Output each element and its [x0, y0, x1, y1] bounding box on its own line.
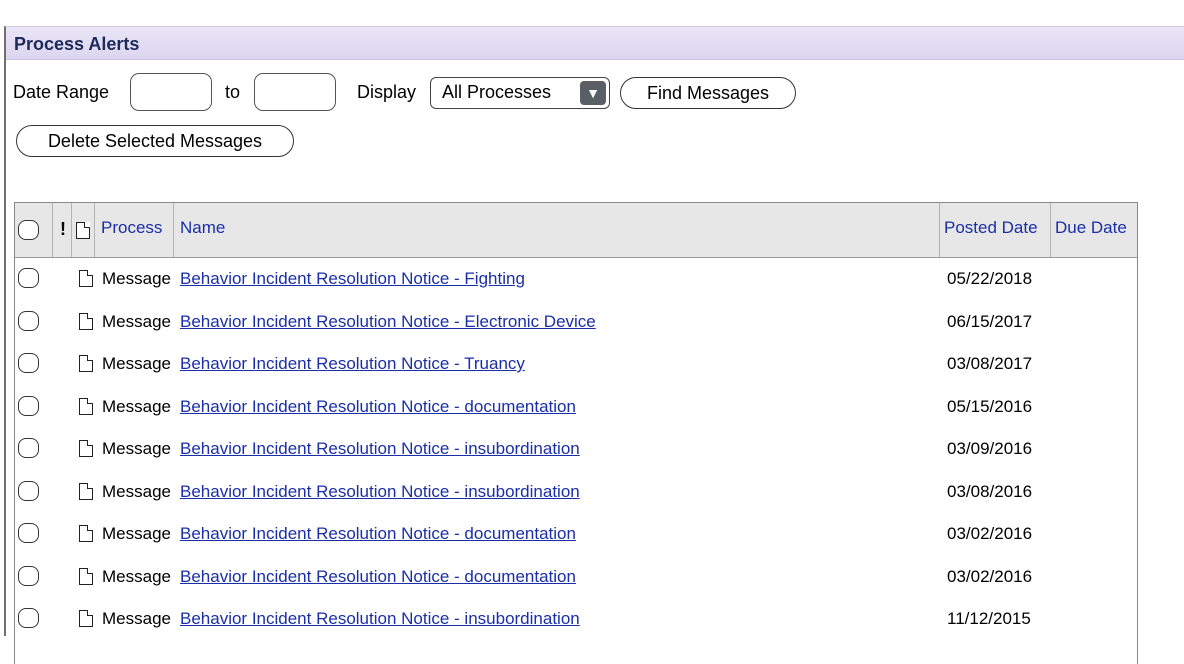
table-row: Message Behavior Incident Resolution Noti…	[15, 598, 1137, 640]
column-header-due-date[interactable]: Due Date	[1055, 218, 1127, 238]
row-name-link[interactable]: Behavior Incident Resolution Notice - El…	[180, 312, 596, 332]
row-name-link[interactable]: Behavior Incident Resolution Notice - do…	[180, 524, 576, 544]
row-posted-date: 03/08/2017	[947, 354, 1033, 373]
row-process: Message	[102, 439, 171, 458]
triangle-down-icon[interactable]: ▼	[580, 81, 606, 105]
row-checkbox[interactable]	[18, 268, 39, 288]
row-posted-date: 03/09/2016	[947, 439, 1033, 458]
row-checkbox[interactable]	[18, 480, 39, 501]
find-messages-button[interactable]: Find Messages	[620, 77, 796, 109]
table-row: Message Behavior Incident Resolution Noti…	[15, 428, 1137, 470]
row-posted-date: 03/08/2016	[947, 481, 1033, 501]
alerts-table: ! Process Name Posted Date Due Date Mess…	[14, 202, 1138, 664]
document-icon	[79, 567, 93, 585]
column-header-name[interactable]: Name	[180, 218, 225, 238]
document-icon	[79, 525, 93, 542]
date-range-label: Date Range	[13, 82, 110, 102]
row-posted-date: 05/15/2016	[947, 396, 1033, 416]
row-name-link[interactable]: Behavior Incident Resolution Notice - Tr…	[180, 354, 525, 374]
document-icon	[76, 222, 90, 239]
document-icon	[79, 482, 93, 500]
row-process: Message	[102, 311, 171, 331]
date-to-input[interactable]	[254, 73, 336, 111]
row-checkbox[interactable]	[18, 310, 39, 331]
table-row: Message Behavior Incident Resolution Noti…	[15, 301, 1137, 343]
row-process: Message	[102, 269, 171, 288]
row-posted-date: 03/02/2016	[947, 524, 1033, 543]
row-checkbox[interactable]	[18, 353, 39, 373]
row-process: Message	[102, 481, 171, 501]
delete-selected-messages-button[interactable]: Delete Selected Messages	[16, 125, 294, 157]
display-selected-value: All Processes	[442, 82, 552, 102]
row-process: Message	[102, 609, 171, 628]
row-checkbox[interactable]	[18, 438, 39, 458]
exclamation-icon: !	[60, 219, 66, 239]
row-checkbox[interactable]	[18, 608, 39, 628]
row-process: Message	[102, 354, 171, 373]
select-all-checkbox[interactable]	[18, 220, 39, 240]
display-select[interactable]: All Processes ▼	[430, 77, 610, 109]
date-from-input[interactable]	[130, 73, 212, 111]
table-row: Message Behavior Incident Resolution Noti…	[15, 343, 1137, 385]
row-name-link[interactable]: Behavior Incident Resolution Notice - Fi…	[180, 269, 525, 289]
table-row: Message Behavior Incident Resolution Noti…	[15, 386, 1137, 428]
row-name-link[interactable]: Behavior Incident Resolution Notice - in…	[180, 439, 580, 459]
row-name-link[interactable]: Behavior Incident Resolution Notice - in…	[180, 482, 580, 502]
document-icon	[79, 397, 93, 415]
row-process: Message	[102, 566, 171, 586]
table-row: Message Behavior Incident Resolution Noti…	[15, 556, 1137, 598]
document-icon	[79, 312, 93, 330]
row-name-link[interactable]: Behavior Incident Resolution Notice - do…	[180, 397, 576, 417]
process-alerts-panel: Process Alerts Date Range to Display All…	[4, 26, 1184, 664]
row-posted-date: 03/02/2016	[947, 566, 1033, 586]
table-header: ! Process Name Posted Date Due Date	[15, 203, 1137, 258]
column-header-process[interactable]: Process	[101, 218, 162, 238]
row-process: Message	[102, 396, 171, 416]
row-name-link[interactable]: Behavior Incident Resolution Notice - in…	[180, 609, 580, 629]
panel-header: Process Alerts	[6, 27, 1184, 60]
row-posted-date: 11/12/2015	[947, 609, 1031, 628]
column-header-posted-date[interactable]: Posted Date	[944, 218, 1038, 238]
row-checkbox[interactable]	[18, 565, 39, 586]
to-label: to	[225, 82, 241, 102]
table-row: Message Behavior Incident Resolution Noti…	[15, 471, 1137, 513]
row-posted-date: 06/15/2017	[947, 311, 1033, 331]
table-row: Message Behavior Incident Resolution Noti…	[15, 258, 1137, 300]
row-name-link[interactable]: Behavior Incident Resolution Notice - do…	[180, 567, 576, 587]
panel-title: Process Alerts	[14, 34, 140, 54]
display-label: Display	[357, 82, 417, 102]
row-checkbox[interactable]	[18, 395, 39, 416]
document-icon	[79, 270, 93, 287]
document-icon	[79, 440, 93, 457]
document-icon	[79, 355, 93, 372]
row-posted-date: 05/22/2018	[947, 269, 1033, 288]
row-process: Message	[102, 524, 171, 543]
document-icon	[79, 610, 93, 627]
table-row: Message Behavior Incident Resolution Noti…	[15, 513, 1137, 555]
row-checkbox[interactable]	[18, 523, 39, 543]
